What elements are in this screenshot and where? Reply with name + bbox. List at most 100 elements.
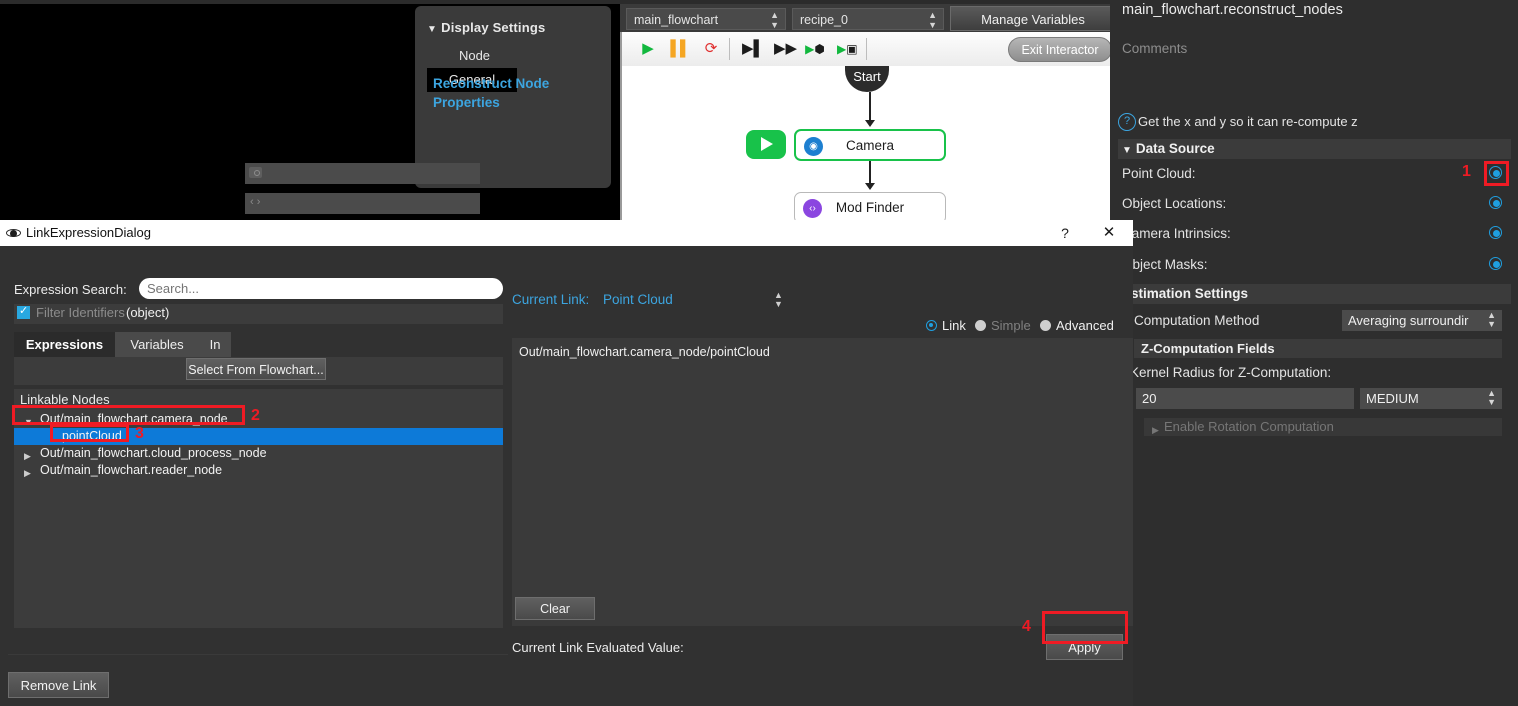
kernel-radius-value: 20	[1142, 391, 1157, 406]
current-link-label: Current Link:	[512, 292, 590, 307]
kernel-radius-input[interactable]: 20	[1136, 388, 1354, 409]
angle-brackets-icon: ‹ ›	[250, 196, 261, 208]
toolbar-divider	[729, 38, 730, 60]
tree-row[interactable]: pointCloud	[14, 428, 503, 445]
label-kernel-radius: Kernel Radius for Z-Computation:	[1130, 365, 1332, 380]
chevron-right-icon[interactable]: ▶	[24, 465, 31, 482]
section-data-source[interactable]: ▼ Data Source	[1118, 139, 1511, 159]
edge-start-camera	[869, 92, 871, 122]
app-root: ▼ Display Settings NodeGeneral Reconstruc…	[0, 0, 1518, 706]
radio-off-icon	[1040, 320, 1051, 331]
object-locations-link-button[interactable]	[1489, 196, 1504, 211]
reconstruct-node-properties-link[interactable]: Reconstruct Node Properties	[433, 74, 593, 112]
filter-type-label: (object)	[126, 305, 170, 320]
remove-link-button[interactable]: Remove Link	[8, 672, 109, 698]
run-icon[interactable]: ▶	[638, 40, 658, 58]
section-estimation-settings[interactable]: Estimation Settings	[1118, 284, 1511, 304]
kernel-size-select[interactable]: MEDIUM ▲ ▼	[1360, 388, 1502, 409]
chevron-right-icon: ▶	[1152, 425, 1159, 435]
clear-button[interactable]: Clear	[515, 597, 595, 620]
run-to-display-icon[interactable]: ▶▣	[837, 40, 858, 58]
tab-in[interactable]: In	[199, 332, 231, 357]
radio-on-icon	[926, 320, 937, 331]
flowchart-toolbar-row: main_flowchart ▲ ▼ recipe_0 ▲ ▼ Manage Var…	[620, 4, 1120, 32]
point-cloud-link-button[interactable]	[1489, 166, 1504, 181]
close-icon[interactable]: ✕	[1098, 223, 1120, 243]
radio-advanced-label: Advanced	[1056, 318, 1114, 333]
label-object-masks: Object Masks:	[1122, 257, 1208, 272]
flowchart-node-camera[interactable]: ◉ Camera	[794, 129, 946, 161]
app-eye-icon	[6, 226, 21, 240]
chevron-down-icon: ▼	[1122, 145, 1132, 156]
tab-expressions[interactable]: Expressions	[14, 332, 115, 357]
display-settings-panel: ▼ Display Settings NodeGeneral Reconstruc…	[415, 6, 611, 188]
tree-node-camera-node-label: Out/main_flowchart.camera_node	[40, 412, 228, 426]
chevron-updown-icon[interactable]: ▲ ▼	[774, 291, 783, 309]
search-input[interactable]	[139, 278, 503, 299]
reset-icon[interactable]: ⟳	[701, 40, 721, 58]
filter-identifiers-checkbox[interactable]	[17, 304, 30, 319]
computation-method-select[interactable]: Averaging surroundir ▲ ▼	[1342, 310, 1502, 331]
object-masks-link-button[interactable]	[1489, 257, 1504, 272]
radio-simple-label: Simple	[991, 318, 1031, 333]
flowchart-start-node[interactable]: Start	[845, 66, 889, 92]
tree-row[interactable]: ▶ Out/main_flowchart.cloud_process_node	[14, 445, 503, 462]
select-from-flowchart-button[interactable]: Select From Flowchart...	[186, 358, 326, 380]
edge-arrowhead	[865, 183, 875, 190]
recipe-select[interactable]: recipe_0 ▲ ▼	[792, 8, 944, 30]
tab-node[interactable]: Node	[427, 44, 522, 68]
camera-run-chip[interactable]	[746, 130, 786, 159]
expression-text: Out/main_flowchart.camera_node/pointClou…	[519, 345, 770, 359]
link-target-icon-center	[1493, 261, 1500, 268]
enable-rotation-label: Enable Rotation Computation	[1164, 419, 1334, 434]
step-over-icon[interactable]: ▶▶	[774, 40, 797, 58]
help-button[interactable]: ?	[1054, 223, 1076, 243]
tree-node-cloud-process-node-label: Out/main_flowchart.cloud_process_node	[40, 446, 267, 460]
pause-icon[interactable]: ▌▌	[670, 40, 690, 58]
exit-interactor-button[interactable]: Exit Interactor	[1008, 37, 1112, 62]
subsection-z-computation-fields: Z-Computation Fields	[1134, 339, 1502, 358]
dialog-body: Expression Search: Filter Identifiers (o…	[0, 246, 1133, 706]
clear-button-band	[512, 588, 1133, 626]
step-into-icon[interactable]: ▶▌	[742, 40, 764, 58]
expression-browser-pane: Expression Search: Filter Identifiers (o…	[8, 258, 513, 668]
flowchart-canvas[interactable]: ▶ ▌▌ ⟳ ▶▌ ▶▶ ▶⬢ ▶▣ Exit Interactor Start…	[620, 32, 1120, 224]
page-title: main_flowchart.reconstruct_nodes	[1122, 2, 1343, 18]
apply-button[interactable]: Apply	[1046, 634, 1123, 660]
camera-intrinsics-link-button[interactable]	[1489, 226, 1504, 241]
run-to-node-icon[interactable]: ▶⬢	[805, 40, 825, 58]
tab-variables[interactable]: Variables	[115, 332, 199, 357]
edge-camera-modfinder	[869, 161, 871, 185]
row-enable-rotation-computation[interactable]: ▶ Enable Rotation Computation	[1144, 418, 1502, 436]
dialog-title: LinkExpressionDialog	[26, 225, 152, 240]
radio-link-label: Link	[942, 318, 966, 333]
field-object-locations[interactable]: ‹ ›	[245, 193, 480, 214]
flowchart-playback-toolbar: ▶ ▌▌ ⟳ ▶▌ ▶▶ ▶⬢ ▶▣ Exit Interactor	[622, 32, 1120, 66]
edge-arrowhead	[865, 120, 875, 127]
subsection-z-label: Z-Computation Fields	[1141, 341, 1275, 356]
help-icon[interactable]: ?	[1118, 113, 1136, 131]
link-target-icon-center	[1493, 200, 1500, 207]
label-object-locations: Object Locations:	[1122, 196, 1227, 211]
dialog-titlebar[interactable]: LinkExpressionDialog ? ✕	[0, 220, 1133, 246]
current-link-select[interactable]: Point Cloud	[603, 292, 673, 307]
chevron-down-icon[interactable]: ▼	[427, 24, 437, 35]
link-target-icon-center	[1493, 170, 1500, 177]
tree-row[interactable]: ▼ Out/main_flowchart.camera_node	[14, 411, 503, 428]
camera-node-label: Camera	[845, 138, 894, 153]
linkable-nodes-tree[interactable]: ▼ Out/main_flowchart.camera_node pointCl…	[14, 411, 503, 628]
link-target-icon-center	[1493, 230, 1500, 237]
field-point-cloud[interactable]	[245, 163, 480, 184]
evaluated-value-label: Current Link Evaluated Value:	[512, 640, 684, 655]
display-settings-title: ▼ Display Settings	[427, 20, 545, 35]
tree-node-point-cloud-label: pointCloud	[62, 429, 122, 443]
filter-identifiers-label: Filter Identifiers	[36, 305, 125, 320]
link-editor-pane: Current Link: Point Cloud ▲ ▼ Link Simple…	[508, 246, 1133, 706]
manage-variables-button[interactable]: Manage Variables	[950, 6, 1116, 31]
label-point-cloud: Point Cloud:	[1122, 166, 1196, 181]
expression-textarea[interactable]: Out/main_flowchart.camera_node/pointClou…	[512, 338, 1133, 588]
pane-divider	[8, 654, 513, 655]
comments-placeholder[interactable]: Comments	[1122, 41, 1187, 56]
tree-row[interactable]: ▶ Out/main_flowchart.reader_node	[14, 462, 503, 479]
flowchart-select[interactable]: main_flowchart ▲ ▼	[626, 8, 786, 30]
